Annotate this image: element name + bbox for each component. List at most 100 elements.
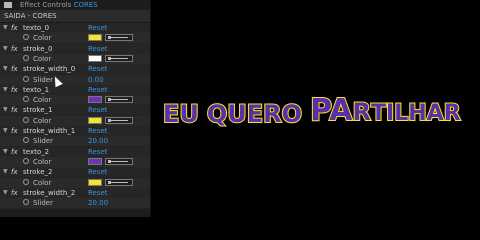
color-swatch[interactable] xyxy=(88,34,102,42)
fx-icon[interactable]: fx xyxy=(11,64,18,74)
stopwatch-icon[interactable] xyxy=(23,75,29,82)
stopwatch-icon[interactable] xyxy=(23,96,29,103)
effect-row[interactable]: ▼ fx texto_2 Reset xyxy=(0,146,150,157)
effect-row[interactable]: ▼ fx texto_0 Reset xyxy=(0,23,150,33)
expand-arrow-icon[interactable]: ▼ xyxy=(3,127,8,135)
color-swatch[interactable] xyxy=(88,178,102,186)
property-row[interactable]: Color xyxy=(0,95,150,106)
caption-letter: A xyxy=(328,92,353,129)
caption-text: EU QUERO PARTILHAR xyxy=(162,88,472,129)
expand-arrow-icon[interactable]: ▼ xyxy=(3,168,8,176)
caption-letter: L xyxy=(393,100,409,127)
stopwatch-icon[interactable] xyxy=(23,54,29,61)
caption-letter: R xyxy=(351,97,372,127)
effect-row[interactable]: ▼ fx stroke_width_1 Reset xyxy=(0,126,150,136)
caption-letter: P xyxy=(309,92,330,129)
fx-icon[interactable]: fx xyxy=(11,188,18,198)
effect-name: stroke_width_0 xyxy=(23,65,76,74)
color-swatch[interactable] xyxy=(88,157,102,165)
eyedropper-line xyxy=(110,119,128,121)
slider-value[interactable]: 20.00 xyxy=(88,198,108,208)
property-row[interactable]: Slider 20.00 xyxy=(0,198,150,209)
reset-link[interactable]: Reset xyxy=(88,126,108,136)
property-name: Slider xyxy=(33,137,53,146)
panel-bottom-strip xyxy=(0,209,150,217)
expand-arrow-icon[interactable]: ▼ xyxy=(3,24,8,32)
effect-name: texto_0 xyxy=(23,24,50,32)
reset-link[interactable]: Reset xyxy=(88,147,108,157)
property-row[interactable]: Color xyxy=(0,33,150,44)
composition-viewer[interactable]: EU QUERO PARTILHAR xyxy=(151,0,480,217)
effect-row[interactable]: ▼ fx texto_1 Reset xyxy=(0,84,150,95)
eyedropper-line xyxy=(110,99,128,101)
eyedropper-icon[interactable] xyxy=(105,116,133,124)
fx-icon[interactable]: fx xyxy=(11,85,18,95)
effect-row[interactable]: ▼ fx stroke_1 Reset xyxy=(0,105,150,116)
expand-arrow-icon[interactable]: ▼ xyxy=(3,86,8,94)
property-row[interactable]: Color xyxy=(0,115,150,126)
fx-icon[interactable]: fx xyxy=(11,105,18,115)
expand-arrow-icon[interactable]: ▼ xyxy=(3,45,8,53)
reset-link[interactable]: Reset xyxy=(88,167,108,177)
panel-menu-icon[interactable] xyxy=(4,2,12,8)
fx-icon[interactable]: fx xyxy=(11,167,18,177)
effect-row[interactable]: ▼ fx stroke_2 Reset xyxy=(0,167,150,178)
eyedropper-line xyxy=(110,160,128,162)
eyedropper-icon[interactable] xyxy=(105,96,133,104)
color-swatch[interactable] xyxy=(88,96,102,104)
reset-link[interactable]: Reset xyxy=(88,44,108,54)
property-row[interactable]: Color xyxy=(0,53,150,64)
reset-link[interactable]: Reset xyxy=(88,23,108,33)
effect-name: stroke_0 xyxy=(23,44,53,53)
stopwatch-icon[interactable] xyxy=(23,137,29,144)
effect-name: texto_2 xyxy=(23,147,50,156)
reset-link[interactable]: Reset xyxy=(88,105,108,115)
caption-letter: A xyxy=(426,100,445,127)
fx-icon[interactable]: fx xyxy=(11,147,18,157)
effect-name: stroke_2 xyxy=(23,168,53,177)
caption-word-quero: QUERO xyxy=(206,99,303,129)
property-row[interactable]: Slider 20.00 xyxy=(0,136,150,147)
caption-letter: T xyxy=(370,100,387,127)
caption-word-partilhar: PARTILHAR xyxy=(309,92,462,129)
caption-letter: H xyxy=(407,100,427,127)
reset-link[interactable]: Reset xyxy=(88,64,108,74)
eyedropper-icon[interactable] xyxy=(105,178,133,186)
stopwatch-icon[interactable] xyxy=(23,157,29,164)
property-name: Color xyxy=(33,157,52,166)
stopwatch-icon[interactable] xyxy=(23,116,29,123)
color-swatch[interactable] xyxy=(88,116,102,124)
eyedropper-icon[interactable] xyxy=(105,54,133,62)
property-name: Color xyxy=(33,116,52,125)
effect-row[interactable]: ▼ fx stroke_width_2 Reset xyxy=(0,187,150,198)
tab-prefix: Effect Controls xyxy=(20,1,72,9)
stopwatch-icon[interactable] xyxy=(23,34,29,41)
property-name: Color xyxy=(33,54,52,63)
color-swatch[interactable] xyxy=(88,54,102,62)
stopwatch-icon[interactable] xyxy=(23,178,29,185)
property-row[interactable]: Slider 0.00 xyxy=(0,74,150,85)
effect-name: stroke_width_2 xyxy=(23,188,76,197)
effect-row[interactable]: ▼ fx stroke_0 Reset xyxy=(0,43,150,54)
panel-tab[interactable]: Effect Controls CORES xyxy=(20,0,98,10)
property-row[interactable]: Color xyxy=(0,156,150,167)
slider-value[interactable]: 20.00 xyxy=(88,136,108,146)
fx-icon[interactable]: fx xyxy=(11,23,18,33)
fx-icon[interactable]: fx xyxy=(11,44,18,54)
fx-icon[interactable]: fx xyxy=(11,126,18,136)
property-name: Color xyxy=(33,96,52,105)
property-row[interactable]: Color xyxy=(0,177,150,188)
expand-arrow-icon[interactable]: ▼ xyxy=(3,65,8,73)
expand-arrow-icon[interactable]: ▼ xyxy=(3,106,8,114)
layer-title: SAIDA - CORES xyxy=(4,12,57,20)
panel-header: SAIDA - CORES xyxy=(0,10,150,23)
slider-value[interactable]: 0.00 xyxy=(88,75,104,85)
stopwatch-icon[interactable] xyxy=(23,199,29,206)
eyedropper-icon[interactable] xyxy=(105,157,133,165)
expand-arrow-icon[interactable]: ▼ xyxy=(3,148,8,156)
reset-link[interactable]: Reset xyxy=(88,85,108,95)
expand-arrow-icon[interactable]: ▼ xyxy=(3,189,8,197)
effect-row[interactable]: ▼ fx stroke_width_0 Reset xyxy=(0,64,150,75)
reset-link[interactable]: Reset xyxy=(88,188,108,198)
eyedropper-icon[interactable] xyxy=(105,34,133,42)
